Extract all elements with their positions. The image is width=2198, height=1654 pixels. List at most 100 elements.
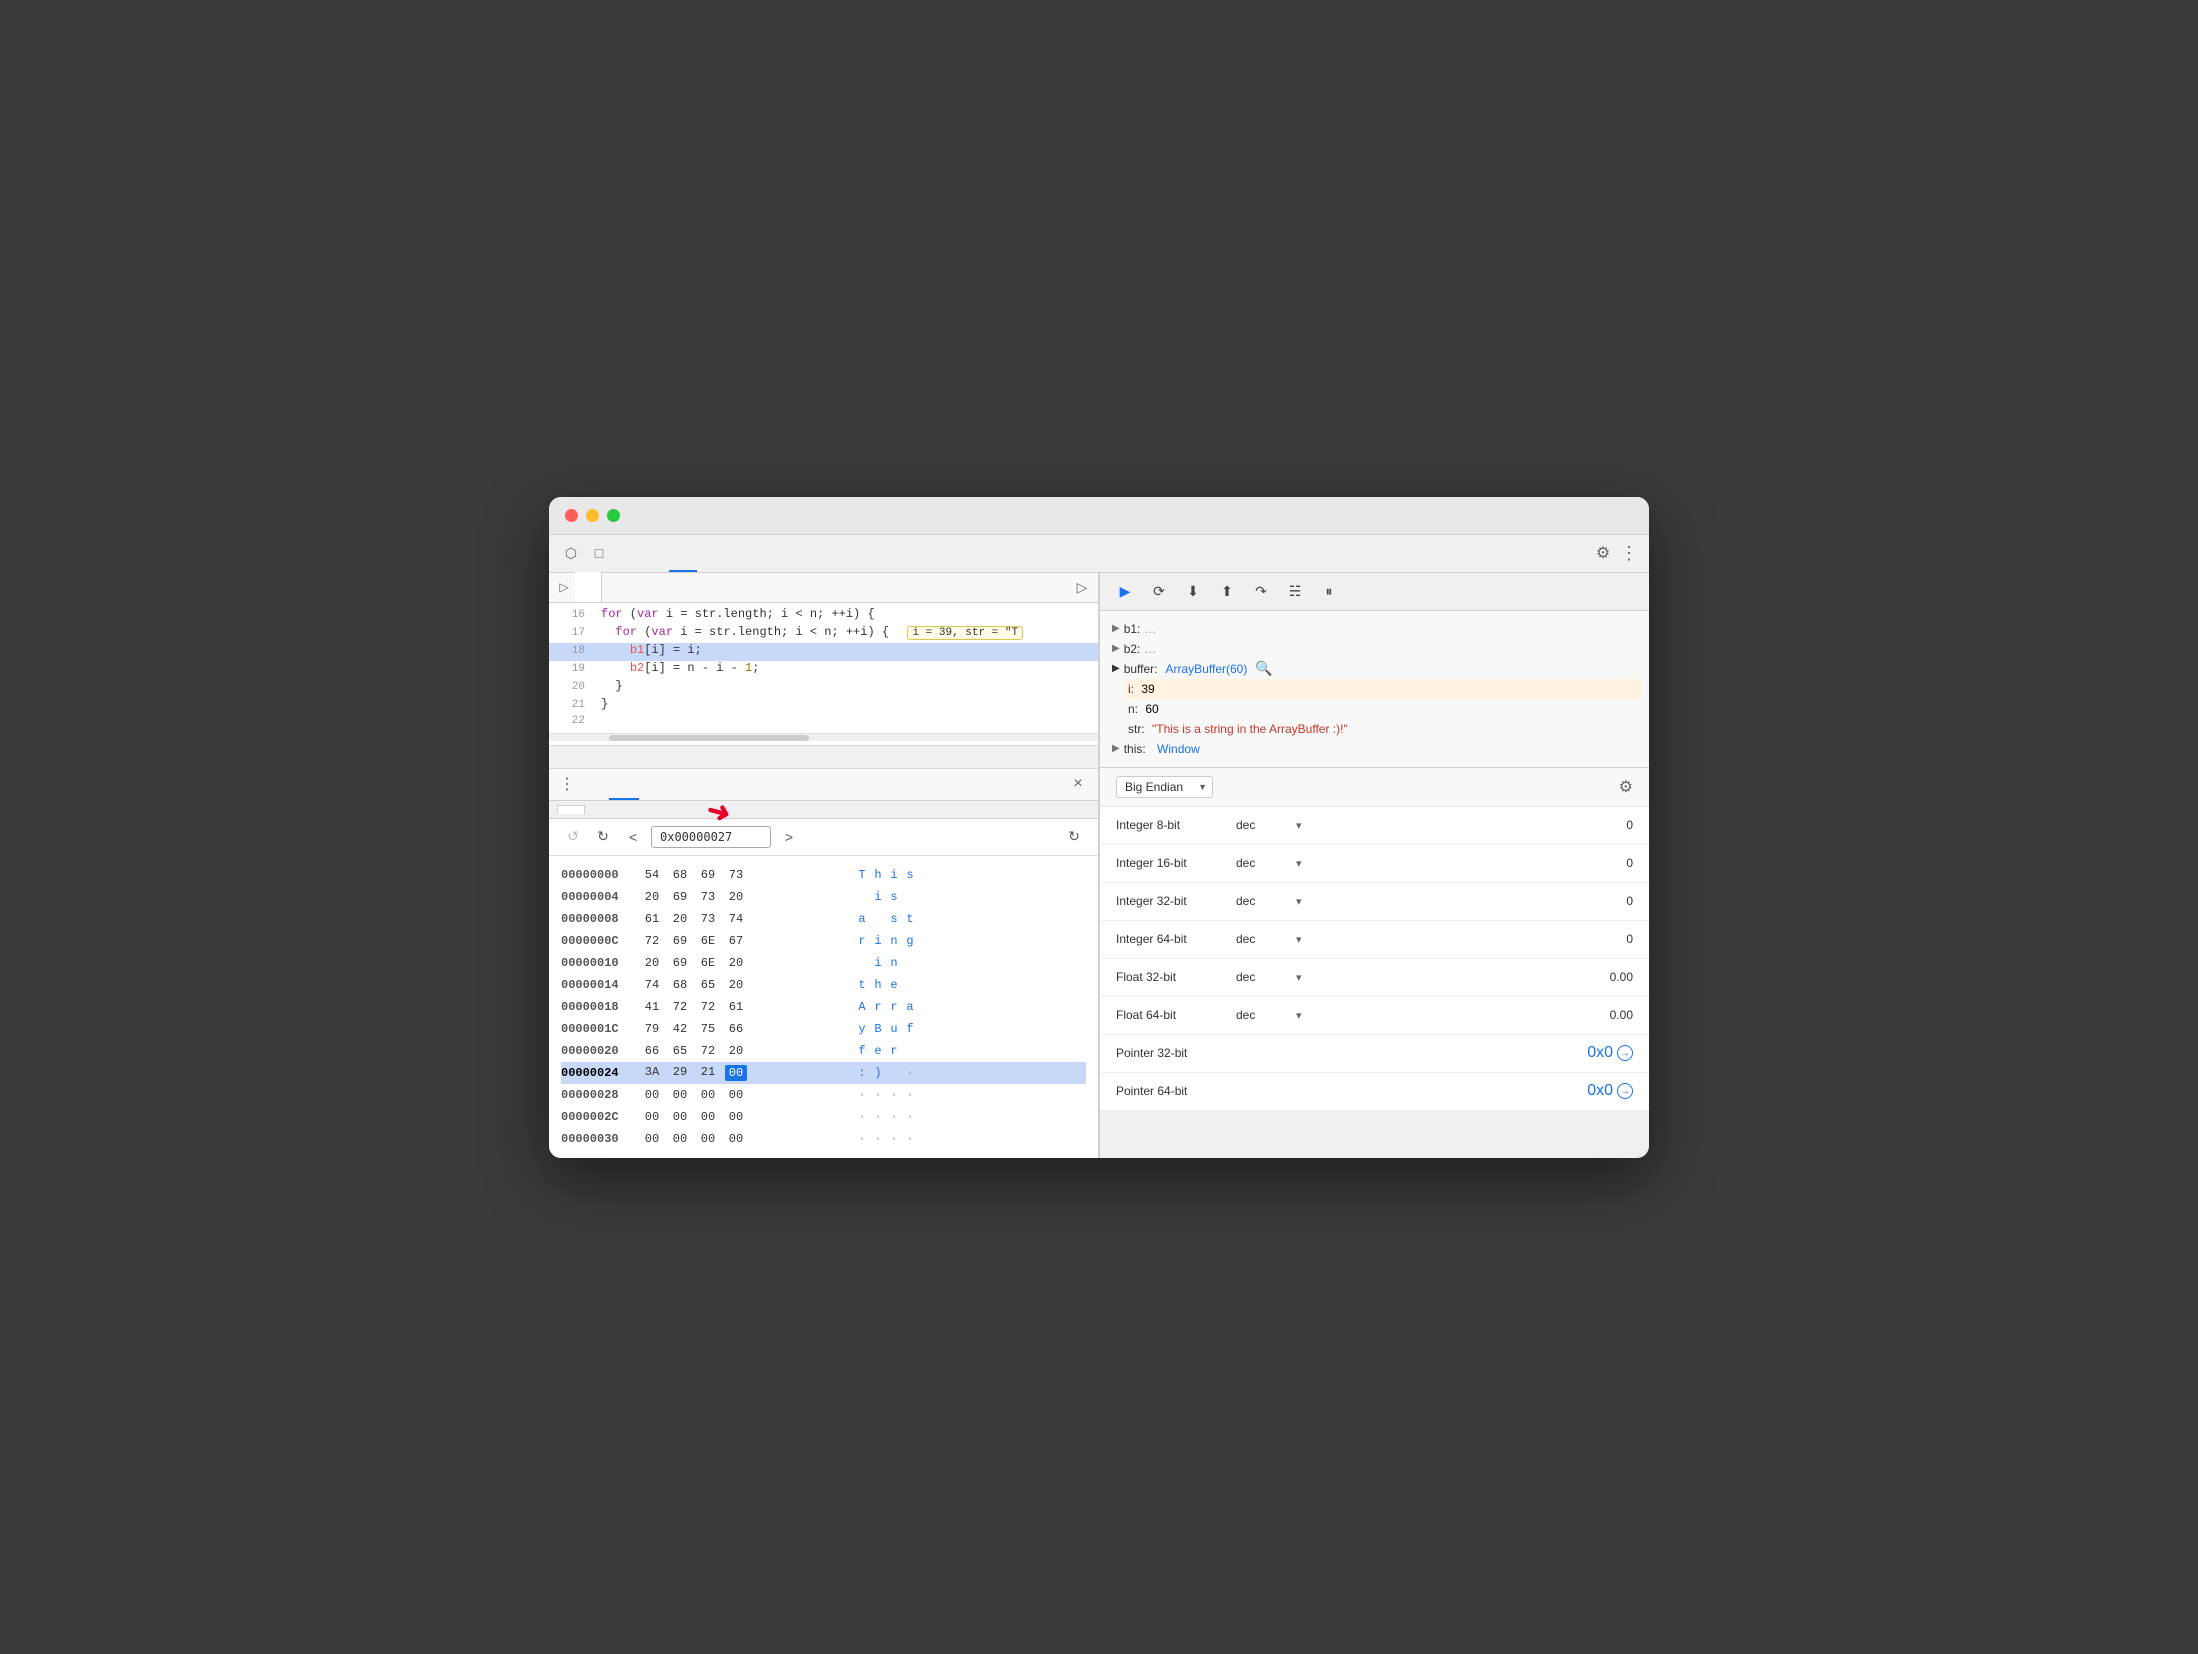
memory-char[interactable] bbox=[857, 956, 867, 970]
memory-char[interactable]: i bbox=[873, 934, 883, 948]
memory-char[interactable]: · bbox=[873, 1088, 883, 1102]
memory-char[interactable]: · bbox=[889, 1132, 899, 1146]
step-button[interactable]: ↷ bbox=[1248, 578, 1274, 604]
tab-security[interactable] bbox=[809, 534, 837, 572]
scope-item-this[interactable]: ▶ this: Window bbox=[1108, 739, 1641, 759]
memory-byte[interactable]: 00 bbox=[641, 1132, 663, 1146]
mi-navigate-icon[interactable]: → bbox=[1617, 1083, 1633, 1099]
memory-char[interactable]: g bbox=[905, 934, 915, 948]
memory-byte[interactable]: 00 bbox=[697, 1110, 719, 1124]
mi-type-dropdown-icon[interactable]: ▾ bbox=[1296, 895, 1302, 908]
memory-byte[interactable]: 68 bbox=[669, 868, 691, 882]
tab-sources[interactable] bbox=[669, 534, 697, 572]
memory-byte[interactable]: 75 bbox=[697, 1022, 719, 1036]
memory-byte[interactable]: 00 bbox=[669, 1088, 691, 1102]
maximize-button[interactable] bbox=[607, 509, 620, 522]
mi-type-dropdown-icon[interactable]: ▾ bbox=[1296, 971, 1302, 984]
tab-elements[interactable] bbox=[613, 534, 641, 572]
cursor-icon[interactable]: ⬡ bbox=[557, 539, 585, 567]
device-icon[interactable]: □ bbox=[585, 539, 613, 567]
memory-byte[interactable]: 61 bbox=[641, 912, 663, 926]
memory-byte[interactable]: 65 bbox=[697, 978, 719, 992]
mi-type-dropdown-icon[interactable]: ▾ bbox=[1296, 857, 1302, 870]
memory-char[interactable]: e bbox=[889, 978, 899, 992]
scope-item-b2[interactable]: ▶ b2: … bbox=[1108, 639, 1641, 659]
scope-item-buffer[interactable]: ▶ buffer: ArrayBuffer(60) 🔍 bbox=[1108, 659, 1641, 679]
memory-char[interactable]: · bbox=[873, 1110, 883, 1124]
step-over-button[interactable]: ⟳ bbox=[1146, 578, 1172, 604]
memory-char[interactable]: a bbox=[905, 1000, 915, 1014]
memory-byte[interactable]: 00 bbox=[725, 1132, 747, 1146]
memory-char[interactable]: · bbox=[905, 1110, 915, 1124]
memory-char[interactable]: : bbox=[857, 1066, 867, 1080]
memory-byte[interactable]: 73 bbox=[697, 890, 719, 904]
memory-byte[interactable]: 20 bbox=[725, 890, 747, 904]
mi-refresh-button[interactable]: ↻ bbox=[1062, 825, 1086, 849]
memory-char[interactable] bbox=[905, 956, 915, 970]
bottom-panel-menu-icon[interactable]: ⋮ bbox=[557, 774, 577, 794]
mi-address-input[interactable] bbox=[651, 826, 771, 848]
memory-char[interactable]: · bbox=[905, 1066, 915, 1080]
horizontal-scrollbar[interactable] bbox=[549, 733, 1098, 741]
memory-char[interactable]: h bbox=[873, 868, 883, 882]
memory-char[interactable] bbox=[889, 1066, 899, 1080]
memory-char[interactable]: · bbox=[905, 1132, 915, 1146]
memory-byte[interactable]: 6E bbox=[697, 934, 719, 948]
memory-char[interactable]: s bbox=[889, 912, 899, 926]
mi-next-button[interactable]: > bbox=[777, 825, 801, 849]
memory-char[interactable]: i bbox=[889, 868, 899, 882]
endian-select-input[interactable]: Big Endian Little Endian bbox=[1116, 776, 1213, 798]
mi-type-link[interactable]: 0x0→ bbox=[1587, 1044, 1633, 1062]
mi-prev-button[interactable]: < bbox=[621, 825, 645, 849]
mi-forward-button[interactable]: ↻ bbox=[591, 825, 615, 849]
memory-char[interactable]: B bbox=[873, 1022, 883, 1036]
mi-back-button[interactable]: ↺ bbox=[561, 825, 585, 849]
memory-byte[interactable]: 73 bbox=[697, 912, 719, 926]
memory-byte[interactable]: 73 bbox=[725, 868, 747, 882]
pause-on-exceptions-button[interactable]: ⏸ bbox=[1316, 578, 1342, 604]
memory-byte[interactable]: 00 bbox=[725, 1088, 747, 1102]
memory-byte[interactable]: 6E bbox=[697, 956, 719, 970]
array-buffer-tab[interactable] bbox=[557, 805, 585, 814]
memory-char[interactable]: f bbox=[905, 1022, 915, 1036]
memory-char[interactable]: e bbox=[873, 1044, 883, 1058]
mi-type-dropdown-icon[interactable]: ▾ bbox=[1296, 933, 1302, 946]
memory-byte[interactable]: 54 bbox=[641, 868, 663, 882]
memory-byte[interactable]: 20 bbox=[641, 956, 663, 970]
memory-char[interactable]: · bbox=[889, 1088, 899, 1102]
step-out-button[interactable]: ⬆ bbox=[1214, 578, 1240, 604]
memory-char[interactable]: u bbox=[889, 1022, 899, 1036]
memory-byte[interactable]: 68 bbox=[669, 978, 691, 992]
memory-byte[interactable]: 00 bbox=[697, 1132, 719, 1146]
memory-byte[interactable]: 20 bbox=[725, 978, 747, 992]
memory-byte[interactable]: 65 bbox=[669, 1044, 691, 1058]
memory-char[interactable] bbox=[905, 1044, 915, 1058]
deactivate-breakpoints-button[interactable]: ☵ bbox=[1282, 578, 1308, 604]
memory-char[interactable]: s bbox=[889, 890, 899, 904]
step-into-button[interactable]: ⬇ bbox=[1180, 578, 1206, 604]
memory-char[interactable]: · bbox=[857, 1088, 867, 1102]
memory-byte[interactable]: 41 bbox=[641, 1000, 663, 1014]
memory-char[interactable]: r bbox=[889, 1000, 899, 1014]
source-right-icon[interactable]: ▷ bbox=[1070, 575, 1094, 599]
scope-expand-b1-icon[interactable]: ▶ bbox=[1112, 623, 1120, 634]
memory-byte[interactable]: 72 bbox=[697, 1044, 719, 1058]
scope-expand-this-icon[interactable]: ▶ bbox=[1112, 743, 1120, 754]
tab-network[interactable] bbox=[697, 534, 725, 572]
memory-char[interactable] bbox=[873, 912, 883, 926]
memory-byte[interactable]: 72 bbox=[697, 1000, 719, 1014]
tab-console[interactable] bbox=[641, 534, 669, 572]
mi-settings-icon[interactable]: ⚙ bbox=[1619, 777, 1633, 797]
memory-char[interactable]: A bbox=[857, 1000, 867, 1014]
buffer-memory-icon[interactable]: 🔍 bbox=[1255, 660, 1272, 677]
resume-button[interactable]: ▶ bbox=[1112, 578, 1138, 604]
memory-byte[interactable]: 42 bbox=[669, 1022, 691, 1036]
memory-char[interactable]: n bbox=[889, 956, 899, 970]
scope-expand-buffer-icon[interactable]: ▶ bbox=[1112, 663, 1120, 674]
memory-byte[interactable]: 69 bbox=[669, 934, 691, 948]
more-options-icon[interactable]: ⋮ bbox=[1617, 539, 1641, 567]
mi-type-dropdown-icon[interactable]: ▾ bbox=[1296, 1009, 1302, 1022]
memory-char[interactable]: n bbox=[889, 934, 899, 948]
memory-byte[interactable]: 00 bbox=[669, 1132, 691, 1146]
memory-byte[interactable]: 21 bbox=[697, 1065, 719, 1081]
